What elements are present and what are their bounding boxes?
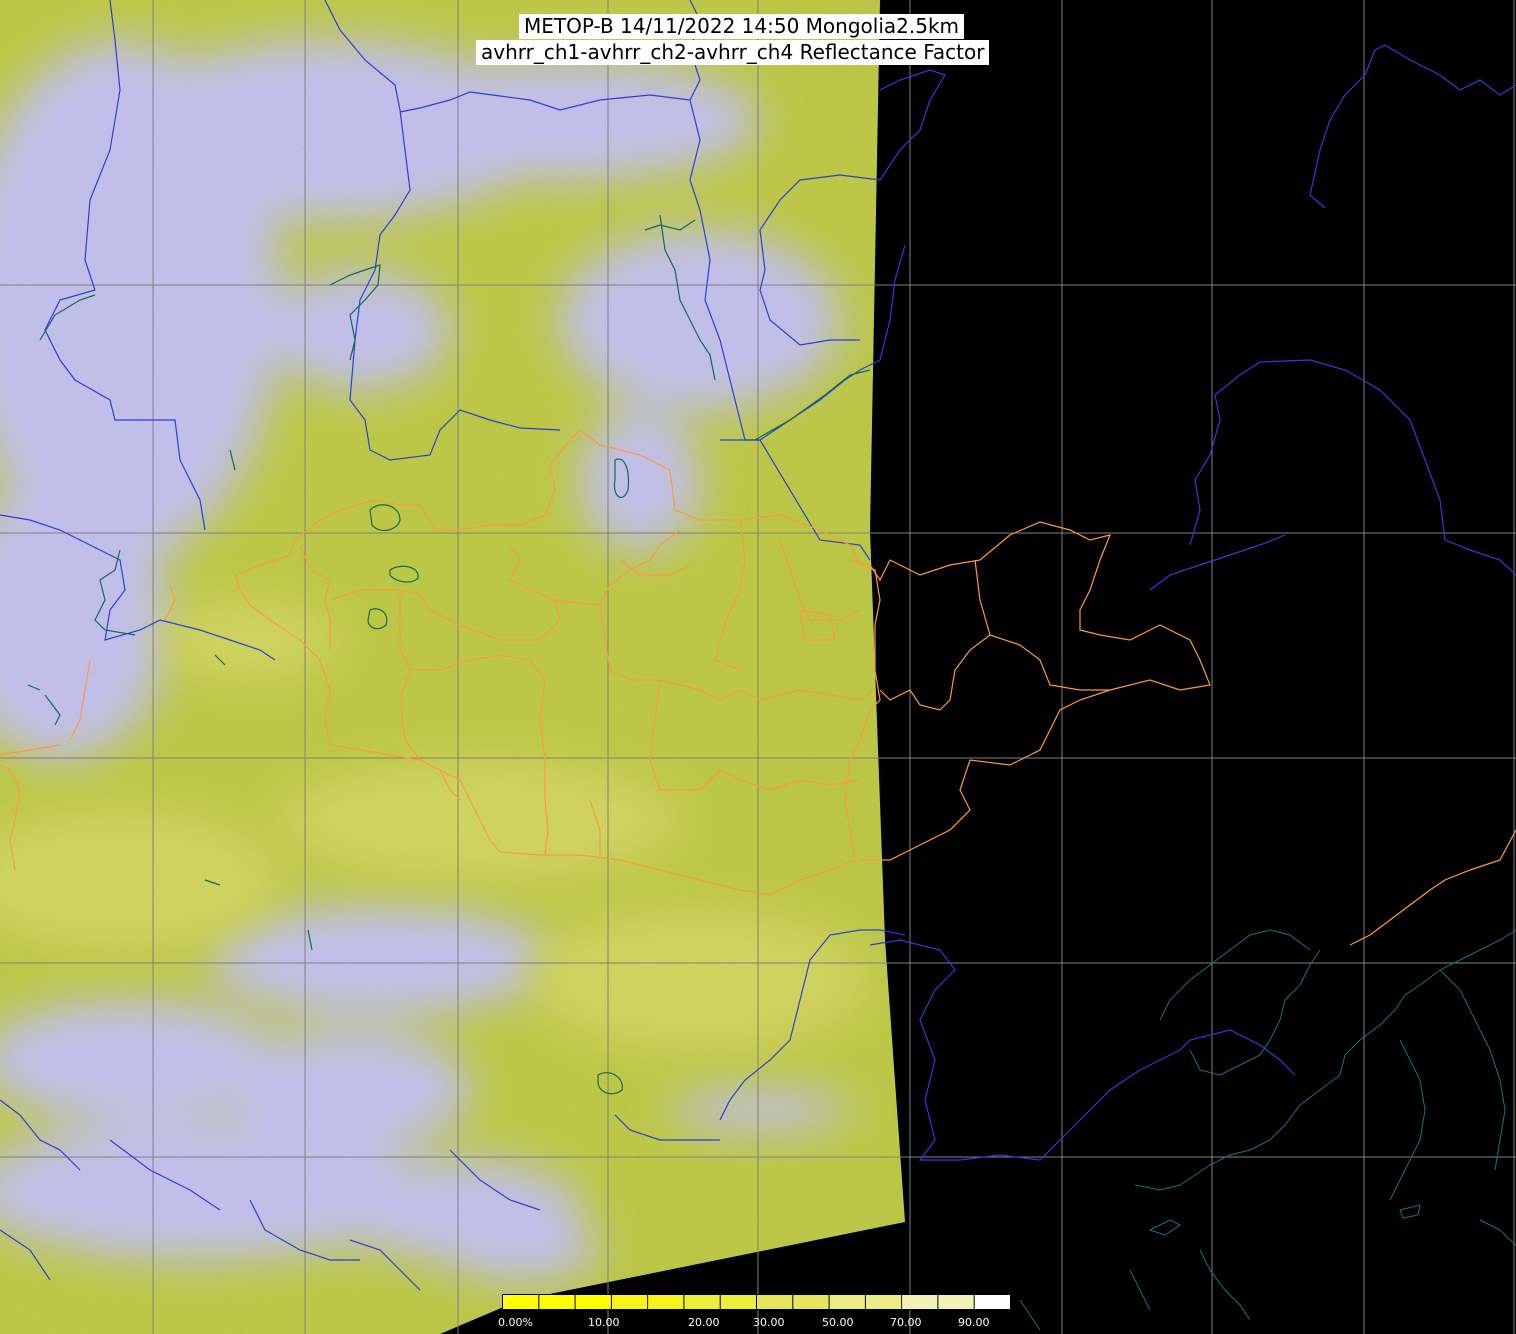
colorbar-segment	[720, 1295, 756, 1309]
colorbar-segment	[757, 1295, 793, 1309]
colorbar-segment	[575, 1295, 611, 1309]
map-title-line-2: avhrr_ch1-avhrr_ch2-avhrr_ch4 Reflectanc…	[476, 40, 990, 65]
map-title-line-1: METOP-B 14/11/2022 14:50 Mongolia2.5km	[519, 14, 965, 39]
colorbar-segment	[648, 1295, 684, 1309]
colorbar-segment	[865, 1295, 902, 1309]
colorbar-tick-label: 0.00%	[498, 1316, 533, 1329]
colorbar-segment	[684, 1295, 720, 1309]
colorbar-segment	[974, 1295, 1010, 1309]
colorbar-segment	[902, 1295, 938, 1309]
colorbar-segment	[793, 1295, 829, 1309]
colorbar-segment	[611, 1295, 648, 1309]
colorbar-tick-label: 70.00	[890, 1316, 922, 1329]
satellite-swath	[0, 0, 905, 1334]
colorbar-segment	[829, 1295, 865, 1309]
colorbar-tick-label: 30.00	[753, 1316, 785, 1329]
colorbar-tick-label: 10.00	[588, 1316, 620, 1329]
satellite-map: 0.00% 10.00 20.00 30.00 50.00 70.00 90.00	[0, 0, 1516, 1334]
colorbar-segment	[539, 1295, 575, 1309]
colorbar-tick-label: 20.00	[688, 1316, 720, 1329]
colorbar-tick-label: 90.00	[958, 1316, 990, 1329]
colorbar-segment	[503, 1295, 539, 1309]
colorbar-segment	[938, 1295, 974, 1309]
colorbar-tick-label: 50.00	[822, 1316, 854, 1329]
